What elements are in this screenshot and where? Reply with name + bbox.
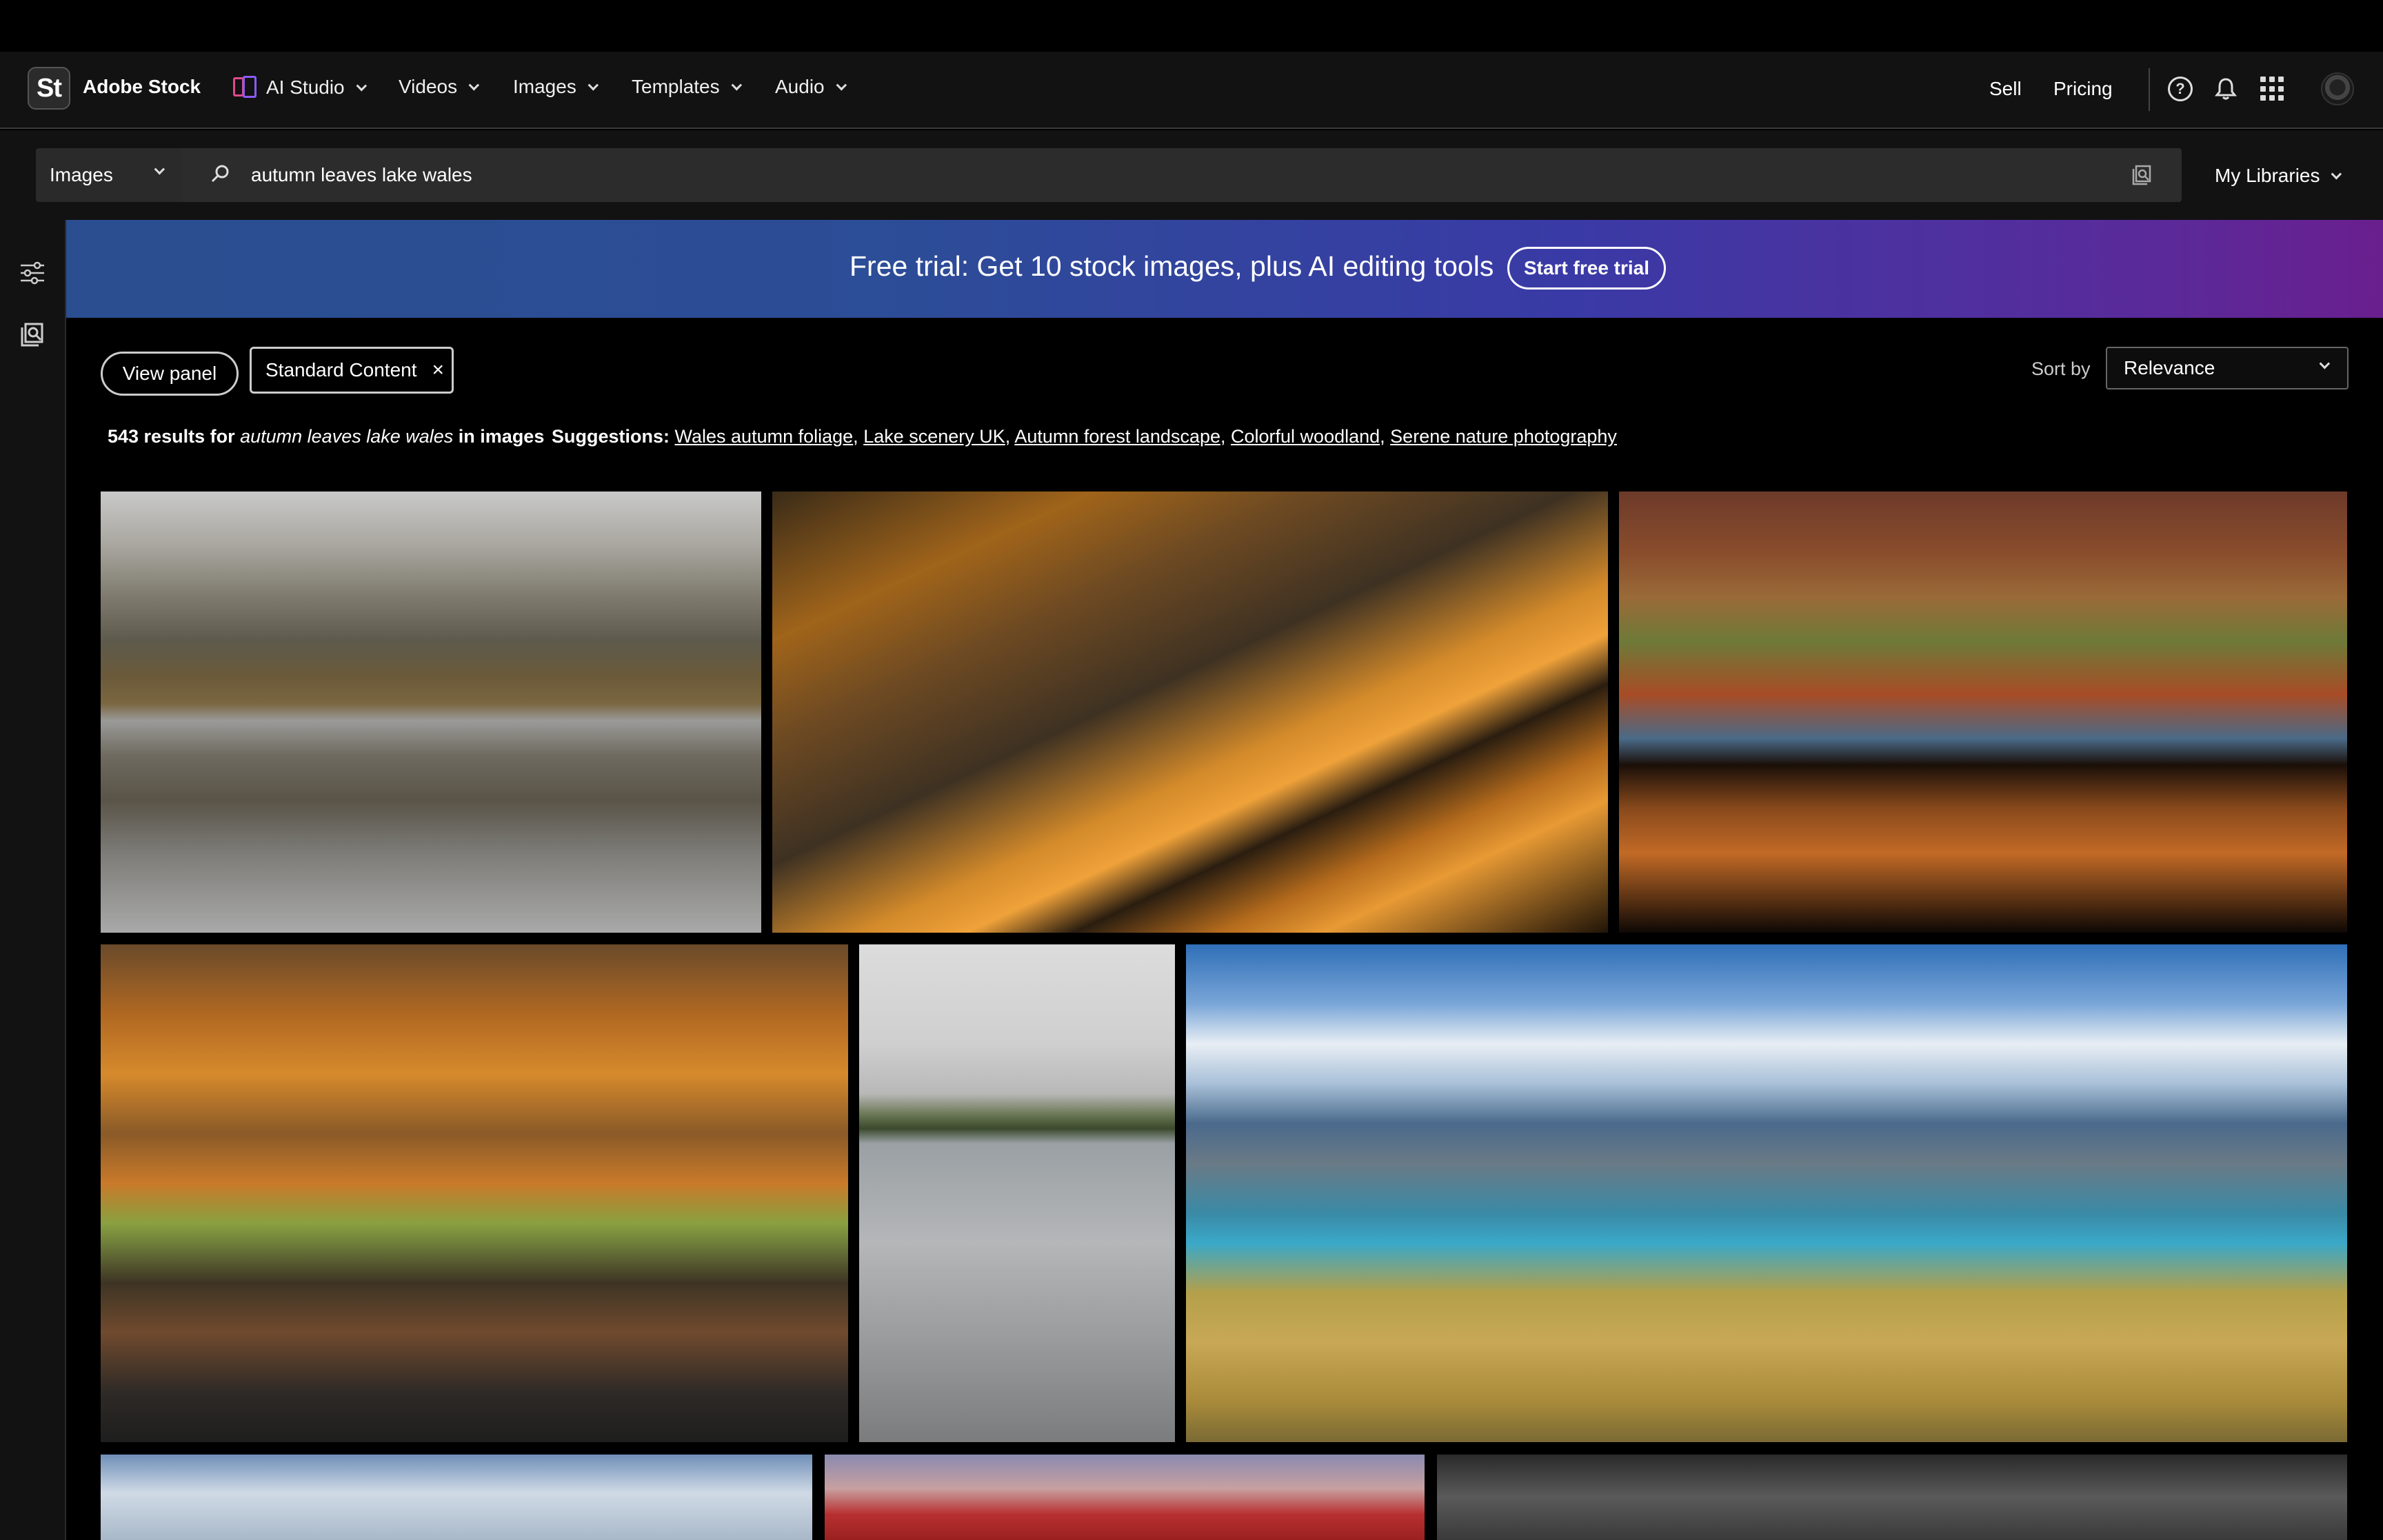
apps-grid-icon[interactable] [2260, 77, 2284, 101]
chevron-down-icon [2319, 358, 2331, 369]
suggestion-separator: , [1380, 426, 1391, 447]
result-image-grey-river-valley[interactable] [859, 944, 1175, 1442]
banner-text: Free trial: Get 10 stock images, plus AI… [849, 250, 1494, 282]
result-image-castle[interactable] [1437, 1455, 2347, 1540]
pricing-link[interactable]: Pricing [2053, 78, 2113, 100]
adobe-stock-logo[interactable]: St [28, 67, 70, 110]
chevron-down-icon [154, 163, 165, 175]
chevron-down-icon [2331, 168, 2342, 179]
result-image-tree-sky[interactable] [101, 1455, 812, 1540]
result-image-mountain-lake-landscape[interactable] [1186, 944, 2347, 1442]
free-trial-banner: Free trial: Get 10 stock images, plus AI… [66, 220, 2383, 318]
search-box [182, 148, 2182, 202]
result-image-misty-forest-lake[interactable] [101, 492, 761, 933]
close-icon[interactable]: × [432, 358, 445, 382]
nav-videos[interactable]: Videos [399, 76, 480, 98]
nav-images-label: Images [513, 76, 576, 97]
visual-search-icon[interactable] [2129, 163, 2154, 188]
sort-select[interactable]: Relevance [2106, 347, 2349, 389]
chevron-down-icon [731, 79, 742, 90]
result-image-golden-hillside-lake[interactable] [772, 492, 1608, 933]
sort-by-label: Sort by [2031, 358, 2091, 379]
filters-icon[interactable] [18, 259, 47, 287]
ai-studio-icon [233, 76, 259, 99]
suggestion-link[interactable]: Wales autumn foliage [675, 426, 854, 447]
left-sidebar [0, 220, 66, 1540]
sell-link[interactable]: Sell [1989, 78, 2022, 100]
search-icon [211, 165, 229, 183]
nav-templates[interactable]: Templates [632, 76, 742, 98]
chevron-down-icon [836, 79, 847, 90]
nav-ai-studio[interactable]: AI Studio [233, 76, 367, 99]
suggestion-separator: , [1220, 426, 1231, 447]
result-image-red-tree[interactable] [825, 1455, 1425, 1540]
view-panel-button[interactable]: View panel [101, 352, 239, 396]
results-scope: in images [458, 426, 545, 447]
standard-content-filter-chip[interactable]: Standard Content × [250, 347, 454, 394]
bell-icon[interactable] [2213, 77, 2238, 101]
top-black-strip [0, 0, 2383, 52]
results-count: 543 results for [108, 426, 235, 447]
nav-divider [2149, 68, 2150, 111]
my-libraries-menu[interactable]: My Libraries [2215, 165, 2342, 187]
search-scope-label: Images [50, 164, 113, 185]
my-libraries-label: My Libraries [2215, 165, 2320, 186]
search-scope-select[interactable]: Images [36, 148, 182, 202]
brand-name[interactable]: Adobe Stock [83, 76, 201, 98]
user-avatar[interactable] [2321, 72, 2354, 105]
nav-templates-label: Templates [632, 76, 720, 97]
suggestion-link[interactable]: Serene nature photography [1390, 426, 1617, 447]
result-image-autumn-woodland-reflection[interactable] [101, 944, 848, 1442]
search-input[interactable] [251, 162, 2044, 188]
start-free-trial-button[interactable]: Start free trial [1507, 247, 1666, 290]
suggestion-separator: , [853, 426, 864, 447]
nav-ai-studio-label: AI Studio [266, 77, 345, 98]
suggestion-link[interactable]: Lake scenery UK [863, 426, 1005, 447]
filter-chip-label: Standard Content [265, 359, 417, 381]
results-query: autumn leaves lake wales [240, 426, 454, 447]
visual-search-icon[interactable] [18, 321, 47, 349]
sort-select-value: Relevance [2124, 357, 2215, 378]
results-summary: 543 results for autumn leaves lake wales… [108, 426, 544, 447]
help-icon[interactable]: ? [2168, 77, 2193, 101]
suggestion-link[interactable]: Colorful woodland [1231, 426, 1380, 447]
suggestion-link[interactable]: Autumn forest landscape [1014, 426, 1220, 447]
chevron-down-icon [587, 79, 599, 90]
chevron-down-icon [468, 79, 480, 90]
top-navigation: St Adobe Stock AI Studio Videos Images T… [0, 52, 2383, 129]
result-image-house-autumn-lake[interactable] [1619, 492, 2347, 933]
search-suggestions: Suggestions: Wales autumn foliage, Lake … [552, 426, 1617, 447]
search-bar-row: Images My Libraries [0, 130, 2383, 220]
nav-images[interactable]: Images [513, 76, 599, 98]
nav-videos-label: Videos [399, 76, 458, 97]
nav-audio-label: Audio [775, 76, 825, 97]
chevron-down-icon [356, 80, 367, 91]
suggestion-separator: , [1005, 426, 1015, 447]
nav-audio[interactable]: Audio [775, 76, 847, 98]
suggestions-label: Suggestions: [552, 426, 670, 447]
